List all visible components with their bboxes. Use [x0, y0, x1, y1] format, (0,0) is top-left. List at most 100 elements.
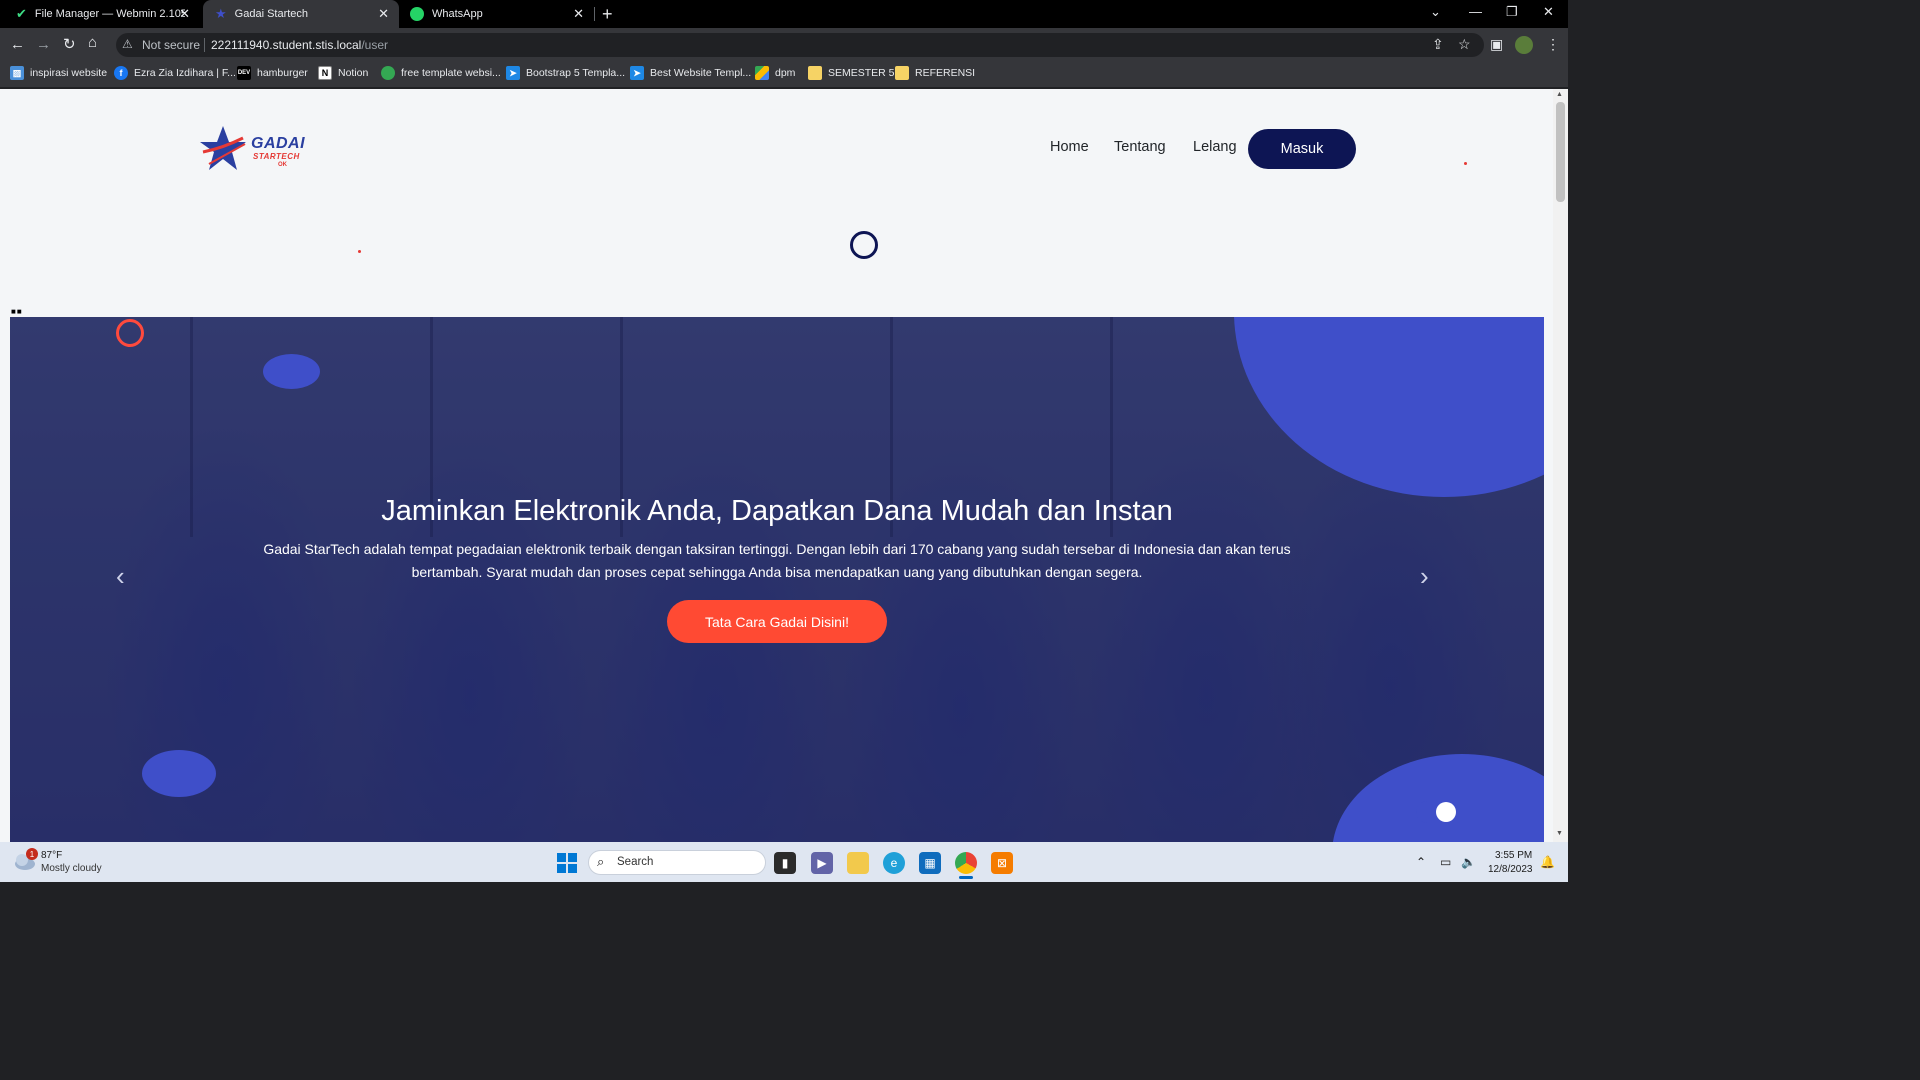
- hero-description: Gadai StarTech adalah tempat pegadaian e…: [263, 541, 1291, 580]
- close-window-icon[interactable]: ✕: [1543, 4, 1554, 20]
- bookmark-inspirasi[interactable]: ▨ inspirasi website: [10, 66, 107, 80]
- hero-title: Jaminkan Elektronik Anda, Dapatkan Dana …: [381, 495, 1173, 527]
- bookmark-hamburger[interactable]: DEV hamburger: [237, 66, 308, 80]
- teams-icon[interactable]: ▶: [811, 852, 833, 874]
- decor-dot: [358, 250, 361, 253]
- forward-icon[interactable]: →: [36, 36, 51, 53]
- tab-separator: [594, 7, 595, 21]
- search-placeholder[interactable]: Search: [617, 856, 653, 868]
- toggle-knob[interactable]: [1436, 802, 1456, 822]
- edge-icon[interactable]: e: [883, 852, 905, 874]
- scroll-up-icon[interactable]: ▲: [1556, 91, 1563, 98]
- nav-lelang[interactable]: Lelang: [1193, 139, 1237, 155]
- bookmark-star-icon[interactable]: ☆: [1458, 36, 1471, 53]
- bookmark-label: Best Website Templ...: [650, 67, 752, 79]
- chrome-icon[interactable]: [955, 852, 977, 874]
- arrow-logo-icon: ➤: [630, 66, 644, 80]
- file-explorer-icon[interactable]: [847, 852, 869, 874]
- menu-icon[interactable]: ⋮: [1546, 36, 1560, 53]
- webmin-check-icon: ✔: [16, 6, 27, 21]
- chevron-up-icon[interactable]: ⌃: [1416, 855, 1426, 869]
- carousel-next-icon[interactable]: ›: [1420, 561, 1429, 592]
- new-tab-button[interactable]: +: [602, 4, 613, 25]
- url-host: 222111940.student.stis.local: [211, 38, 362, 52]
- bookmark-label: Notion: [338, 67, 369, 79]
- carousel-prev-icon[interactable]: ‹: [116, 561, 125, 592]
- star-favicon: ★: [215, 6, 227, 21]
- notification-bell-icon[interactable]: 🔔: [1540, 855, 1555, 869]
- weather-description[interactable]: Mostly cloudy: [41, 863, 102, 874]
- warning-icon[interactable]: ⚠: [122, 37, 133, 51]
- store-icon[interactable]: ▦: [919, 852, 941, 874]
- windows-start-icon[interactable]: [557, 853, 577, 873]
- logo-text-ok: OK: [278, 162, 287, 168]
- nav-tentang[interactable]: Tentang: [1114, 139, 1166, 155]
- bookmark-label: hamburger: [257, 67, 308, 79]
- home-icon[interactable]: ⌂: [88, 34, 97, 51]
- url-text[interactable]: 222111940.student.stis.local/user: [211, 38, 388, 52]
- bookmark-label: Ezra Zia Izdihara | F...: [134, 67, 236, 79]
- minimize-icon[interactable]: —: [1469, 4, 1482, 19]
- tab-gadai-startech[interactable]: ★ Gadai Startech ✕: [203, 0, 399, 28]
- security-label[interactable]: Not secure: [142, 38, 200, 52]
- decor-blob: [263, 354, 320, 389]
- decor-ring: [116, 319, 144, 347]
- image-icon: ▨: [10, 66, 24, 80]
- side-panel-icon[interactable]: ▣: [1490, 36, 1503, 53]
- dev-icon: DEV: [237, 66, 251, 80]
- logo-text-startech: STARTECH: [253, 152, 300, 161]
- leaf-icon: [381, 66, 395, 80]
- login-button[interactable]: Masuk: [1248, 129, 1356, 169]
- bookmark-notion[interactable]: N Notion: [318, 66, 368, 80]
- bookmark-label: SEMESTER 5: [828, 67, 895, 79]
- back-icon[interactable]: ←: [10, 36, 25, 53]
- search-icon: ⌕: [597, 854, 605, 869]
- bookmark-free-template[interactable]: free template websi...: [381, 66, 501, 80]
- volume-icon[interactable]: 🔈: [1461, 855, 1476, 869]
- scrollbar-thumb[interactable]: [1556, 102, 1565, 202]
- facebook-icon: f: [114, 66, 128, 80]
- reload-icon[interactable]: ↻: [63, 35, 76, 53]
- nav-home[interactable]: Home: [1050, 139, 1089, 155]
- hero-cta-button[interactable]: Tata Cara Gadai Disini!: [667, 600, 887, 643]
- xampp-icon[interactable]: ⊠: [991, 852, 1013, 874]
- weather-temp[interactable]: 87°F: [41, 850, 62, 861]
- bookmark-ezra[interactable]: f Ezra Zia Izdihara | F...: [114, 66, 236, 80]
- close-icon[interactable]: ✕: [573, 6, 584, 22]
- bookmark-referensi[interactable]: REFERENSI: [895, 66, 975, 80]
- restore-icon[interactable]: ❐: [1506, 4, 1518, 20]
- tab-whatsapp[interactable]: WhatsApp ✕: [398, 0, 594, 28]
- bookmark-label: Bootstrap 5 Templa...: [526, 67, 626, 79]
- logo-text-gadai: GADAI: [251, 135, 306, 152]
- decor-dots: ■■: [11, 307, 23, 316]
- close-icon[interactable]: ✕: [179, 6, 190, 22]
- bookmark-semester5[interactable]: SEMESTER 5: [808, 66, 895, 80]
- whatsapp-icon: [410, 7, 424, 21]
- close-icon[interactable]: ✕: [378, 6, 389, 22]
- bookmark-label: REFERENSI: [915, 67, 976, 79]
- tab-search-icon[interactable]: ⌄: [1430, 4, 1441, 20]
- network-icon[interactable]: ▭: [1440, 855, 1451, 869]
- notion-icon: N: [318, 66, 332, 80]
- bookmark-label: inspirasi website: [30, 67, 108, 79]
- bookmark-label: dpm: [775, 67, 796, 79]
- tab-webmin[interactable]: ✔ File Manager — Webmin 2.105 ( ✕: [0, 0, 200, 28]
- taskbar-search[interactable]: [588, 850, 766, 875]
- bookmark-bootstrap[interactable]: ➤ Bootstrap 5 Templa...: [506, 66, 625, 80]
- bookmark-best-website[interactable]: ➤ Best Website Templ...: [630, 66, 751, 80]
- weather-badge: 1: [26, 848, 38, 860]
- tab-title: WhatsApp: [432, 8, 483, 20]
- clock-date[interactable]: 12/8/2023: [1488, 864, 1533, 875]
- tab-title: File Manager — Webmin 2.105 (: [34, 8, 185, 20]
- task-view-icon[interactable]: ▮: [774, 852, 796, 874]
- active-app-indicator: [959, 876, 973, 879]
- share-icon[interactable]: ⇪: [1432, 36, 1444, 53]
- decor-blob: [142, 750, 216, 797]
- drive-icon: [755, 66, 769, 80]
- loading-spinner: [850, 231, 878, 259]
- scroll-down-icon[interactable]: ▼: [1556, 830, 1563, 837]
- profile-avatar[interactable]: [1515, 36, 1533, 54]
- folder-icon: [895, 66, 909, 80]
- clock-time[interactable]: 3:55 PM: [1495, 850, 1532, 861]
- bookmark-dpm[interactable]: dpm: [755, 66, 795, 80]
